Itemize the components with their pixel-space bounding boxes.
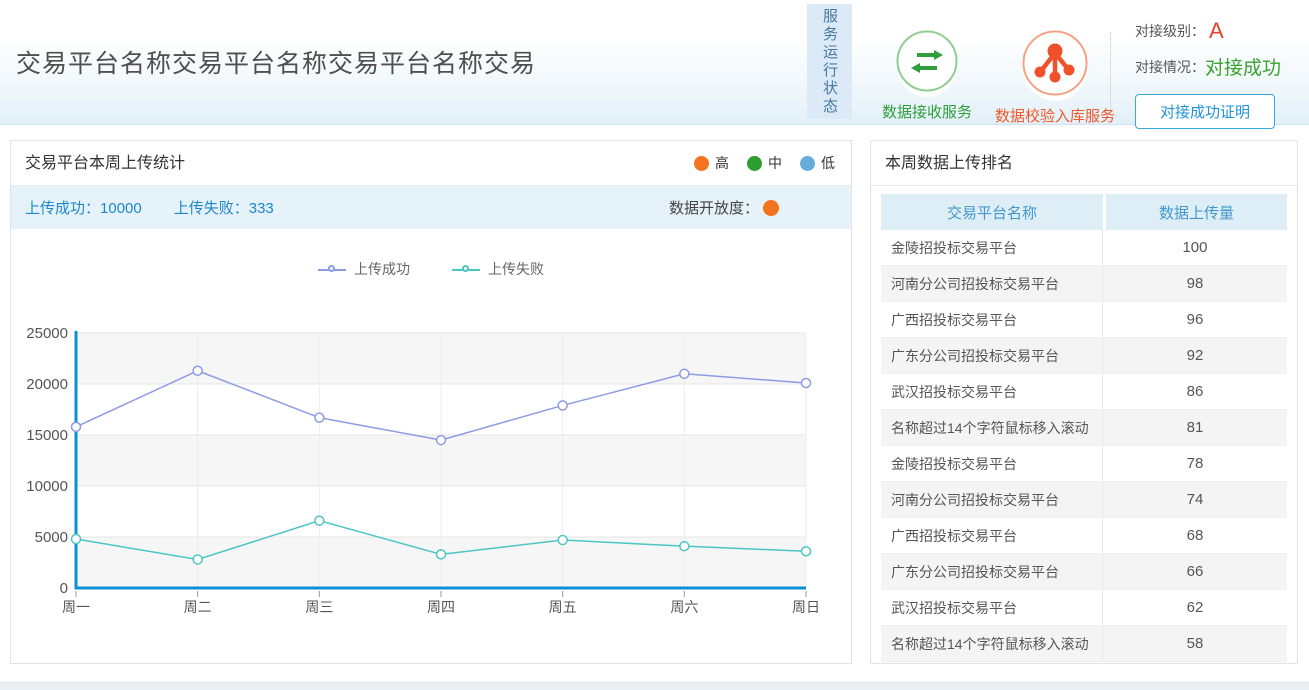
chart-legend: 上传成功 上传失败	[11, 259, 851, 279]
upload-amount-cell: 96	[1103, 302, 1287, 337]
svg-text:25000: 25000	[26, 325, 68, 342]
svg-text:周六: 周六	[670, 599, 698, 615]
upload-success-stat: 上传成功：10000	[25, 197, 142, 218]
upload-amount-cell: 98	[1103, 266, 1287, 301]
platform-name-cell: 名称超过14个字符鼠标移入滚动	[881, 626, 1103, 661]
platform-name-cell: 武汉招投标交易平台	[881, 374, 1103, 409]
series-marker-icon	[452, 265, 480, 274]
series-marker-icon	[318, 265, 346, 274]
upload-rank-table: 交易平台名称 数据上传量 金陵招投标交易平台100河南分公司招投标交易平台98广…	[881, 194, 1287, 662]
series-legend-item[interactable]: 上传失败	[452, 259, 544, 279]
platform-name-cell: 广东分公司招投标交易平台	[881, 338, 1103, 373]
upload-stats-row: 上传成功：10000 上传失败：333 数据开放度：	[11, 186, 851, 229]
upload-amount-cell: 74	[1103, 482, 1287, 517]
legend-dot-icon	[800, 156, 815, 171]
dashboard-page: 交易平台名称交易平台名称交易平台名称交易 服务运行状态 数据接收服务	[0, 0, 1309, 690]
table-row[interactable]: 广东分公司招投标交易平台66	[881, 554, 1287, 590]
service-data-validate[interactable]: 数据校验入库服务	[990, 30, 1120, 126]
platform-name-cell: 广西招投标交易平台	[881, 302, 1103, 337]
platform-name-cell: 金陵招投标交易平台	[881, 446, 1103, 481]
connection-cert-button[interactable]: 对接成功证明	[1135, 94, 1275, 129]
table-row[interactable]: 名称超过14个字符鼠标移入滚动81	[881, 410, 1287, 446]
openness-dot-icon	[763, 200, 779, 216]
upload-amount-cell: 66	[1103, 554, 1287, 589]
table-row[interactable]: 金陵招投标交易平台78	[881, 446, 1287, 482]
table-row[interactable]: 广西招投标交易平台68	[881, 518, 1287, 554]
data-openness-label: 数据开放度：	[669, 197, 759, 218]
table-row[interactable]: 名称超过14个字符鼠标移入滚动58	[881, 626, 1287, 662]
upload-amount-cell: 62	[1103, 590, 1287, 625]
upload-rank-title: 本周数据上传排名	[885, 141, 1013, 186]
svg-text:20000: 20000	[26, 376, 68, 393]
swap-arrows-icon[interactable]	[896, 30, 958, 97]
header-divider	[1110, 32, 1111, 110]
svg-text:周三: 周三	[305, 599, 333, 615]
upload-amount-cell: 100	[1103, 230, 1287, 265]
table-row[interactable]: 广东分公司招投标交易平台92	[881, 338, 1287, 374]
level-value: A	[1209, 18, 1224, 44]
platform-name-cell: 河南分公司招投标交易平台	[881, 266, 1103, 301]
table-header: 交易平台名称 数据上传量	[881, 194, 1287, 230]
svg-text:0: 0	[60, 580, 68, 597]
svg-text:周一: 周一	[62, 599, 90, 615]
column-platform-name: 交易平台名称	[881, 194, 1103, 230]
platform-name-cell: 广西招投标交易平台	[881, 518, 1103, 553]
table-row[interactable]: 武汉招投标交易平台62	[881, 590, 1287, 626]
platform-name-cell: 河南分公司招投标交易平台	[881, 482, 1103, 517]
upload-amount-cell: 58	[1103, 626, 1287, 661]
table-row[interactable]: 河南分公司招投标交易平台98	[881, 266, 1287, 302]
upload-amount-cell: 68	[1103, 518, 1287, 553]
connection-info: 对接级别： A 对接情况： 对接成功 对接成功证明	[1135, 18, 1300, 129]
svg-text:10000: 10000	[26, 478, 68, 495]
service-data-validate-label: 数据校验入库服务	[990, 105, 1120, 126]
data-openness: 数据开放度：	[669, 197, 779, 218]
openness-legend: 高中低	[694, 141, 835, 186]
openness-legend-item: 高	[694, 141, 729, 186]
svg-text:15000: 15000	[26, 427, 68, 444]
openness-legend-item: 中	[747, 141, 782, 186]
weekly-upload-panel: 交易平台本周上传统计 高中低 上传成功：10000 上传失败：333 数据开放度…	[10, 140, 852, 664]
legend-dot-icon	[694, 156, 709, 171]
series-legend-item[interactable]: 上传成功	[318, 259, 410, 279]
table-row[interactable]: 河南分公司招投标交易平台74	[881, 482, 1287, 518]
legend-dot-icon	[747, 156, 762, 171]
tab-service-run-status[interactable]: 服务运行状态	[807, 4, 852, 119]
upload-amount-cell: 86	[1103, 374, 1287, 409]
platform-name-cell: 广东分公司招投标交易平台	[881, 554, 1103, 589]
table-row[interactable]: 武汉招投标交易平台86	[881, 374, 1287, 410]
svg-text:周二: 周二	[184, 599, 212, 615]
page-header: 交易平台名称交易平台名称交易平台名称交易 服务运行状态 数据接收服务	[0, 0, 1309, 125]
share-network-icon[interactable]	[1022, 30, 1088, 101]
platform-name-cell: 武汉招投标交易平台	[881, 590, 1103, 625]
upload-fail-stat: 上传失败：333	[174, 197, 274, 218]
upload-amount-cell: 92	[1103, 338, 1287, 373]
svg-text:5000: 5000	[35, 529, 68, 546]
svg-text:周五: 周五	[549, 599, 577, 615]
weekly-upload-title: 交易平台本周上传统计	[25, 141, 185, 186]
upload-rank-panel: 本周数据上传排名 交易平台名称 数据上传量 金陵招投标交易平台100河南分公司招…	[870, 140, 1298, 664]
table-body: 金陵招投标交易平台100河南分公司招投标交易平台98广西招投标交易平台96广东分…	[881, 230, 1287, 662]
platform-name-cell: 金陵招投标交易平台	[881, 230, 1103, 265]
status-value: 对接成功	[1205, 53, 1281, 80]
platform-name-cell: 名称超过14个字符鼠标移入滚动	[881, 410, 1103, 445]
service-data-receive[interactable]: 数据接收服务	[872, 30, 982, 122]
footer-strip	[0, 682, 1309, 690]
table-row[interactable]: 金陵招投标交易平台100	[881, 230, 1287, 266]
openness-legend-item: 低	[800, 141, 835, 186]
upload-line-chart[interactable]: 0 5000 10000 15000 20000 25000 周一 周二 周三 周四 周五 周六 周日	[11, 303, 853, 633]
service-data-receive-label: 数据接收服务	[872, 101, 982, 122]
svg-text:周四: 周四	[427, 599, 455, 615]
level-label: 对接级别：	[1135, 21, 1205, 41]
table-row[interactable]: 广西招投标交易平台96	[881, 302, 1287, 338]
svg-text:周日: 周日	[792, 599, 820, 615]
upload-amount-cell: 78	[1103, 446, 1287, 481]
column-upload-amount: 数据上传量	[1103, 194, 1287, 230]
page-title: 交易平台名称交易平台名称交易平台名称交易	[16, 44, 536, 80]
status-label: 对接情况：	[1135, 57, 1205, 77]
upload-amount-cell: 81	[1103, 410, 1287, 445]
